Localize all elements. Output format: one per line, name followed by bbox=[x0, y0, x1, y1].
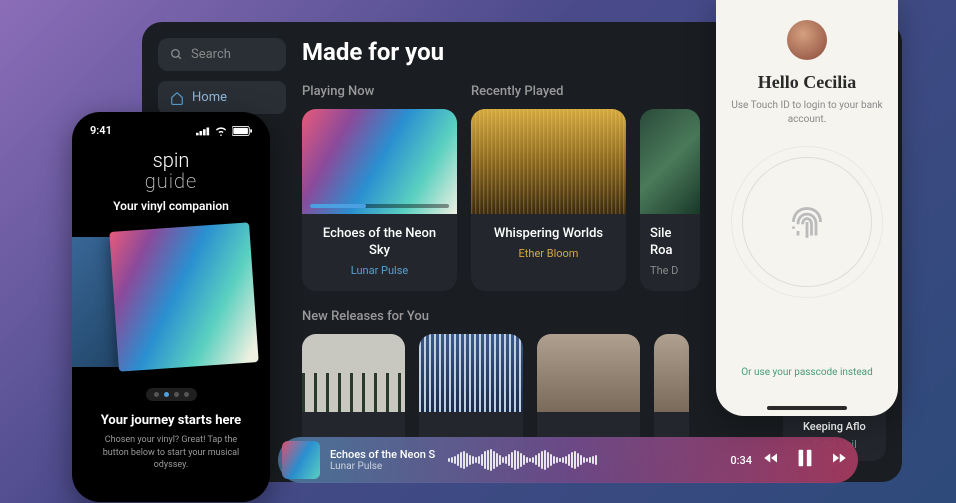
album-art bbox=[640, 109, 700, 214]
page-dots[interactable] bbox=[146, 388, 197, 401]
track-artist: Ether Bloom bbox=[481, 247, 616, 260]
next-button[interactable] bbox=[830, 449, 848, 471]
home-indicator[interactable] bbox=[767, 406, 847, 410]
onboarding-title: Your journey starts here bbox=[84, 413, 258, 428]
signal-icon bbox=[196, 126, 210, 136]
home-icon bbox=[170, 91, 184, 105]
search-icon bbox=[170, 48, 183, 61]
album-carousel[interactable] bbox=[84, 227, 258, 382]
status-time: 9:41 bbox=[90, 124, 112, 137]
album-art bbox=[419, 334, 522, 412]
card-playing-now[interactable]: Echoes of the Neon Sky Lunar Pulse bbox=[302, 109, 457, 291]
wifi-icon bbox=[214, 126, 228, 136]
fingerprint-button[interactable] bbox=[742, 157, 872, 287]
album-art bbox=[302, 334, 405, 412]
nav-home[interactable]: Home bbox=[158, 81, 286, 114]
player-album-art[interactable] bbox=[282, 441, 320, 479]
track-title: Whispering Worlds bbox=[481, 226, 616, 243]
waveform-scrubber[interactable] bbox=[448, 448, 720, 472]
track-title: Keeping Aflo bbox=[789, 420, 880, 434]
album-art bbox=[654, 334, 689, 412]
search-placeholder: Search bbox=[191, 47, 231, 62]
track-artist: Lunar Pulse bbox=[312, 264, 447, 277]
phone-spinguide: 9:41 spinguide Your vinyl companion Your… bbox=[72, 112, 270, 502]
tagline: Your vinyl companion bbox=[84, 199, 258, 213]
album-art bbox=[537, 334, 640, 412]
track-artist: The D bbox=[650, 264, 690, 277]
greeting: Hello Cecilia bbox=[758, 72, 856, 93]
forward-icon bbox=[830, 449, 848, 467]
card-recent-1[interactable]: Whispering Worlds Ether Bloom bbox=[471, 109, 626, 291]
fingerprint-icon bbox=[780, 195, 834, 249]
player-track-title: Echoes of the Neon S bbox=[330, 448, 438, 461]
pause-icon bbox=[794, 447, 816, 469]
onboarding-subtitle: Chosen your vinyl? Great! Tap the button… bbox=[84, 434, 258, 472]
search-input[interactable]: Search bbox=[158, 38, 286, 71]
track-title: Sile bbox=[650, 226, 690, 243]
player-time: 0:34 bbox=[730, 454, 752, 467]
passcode-link[interactable]: Or use your passcode instead bbox=[741, 367, 872, 378]
album-art bbox=[302, 109, 457, 214]
phone-banking: Hello Cecilia Use Touch ID to login to y… bbox=[716, 0, 898, 416]
pause-button[interactable] bbox=[794, 447, 816, 473]
rewind-icon bbox=[762, 449, 780, 467]
status-indicators bbox=[196, 124, 252, 137]
section-playing-now-label: Playing Now bbox=[302, 84, 457, 99]
section-recently-played-label: Recently Played bbox=[471, 84, 700, 99]
card-recent-2[interactable]: Sile Roa The D bbox=[640, 109, 700, 291]
brand-logo: spinguide bbox=[84, 151, 258, 193]
progress-bar[interactable] bbox=[310, 204, 449, 208]
avatar[interactable] bbox=[787, 20, 827, 60]
touchid-instruction: Use Touch ID to login to your bank accou… bbox=[730, 99, 884, 127]
nav-home-label: Home bbox=[192, 90, 227, 105]
album-front bbox=[109, 222, 258, 371]
battery-icon bbox=[232, 126, 252, 136]
now-playing-bar: Echoes of the Neon S Lunar Pulse 0:34 bbox=[278, 437, 858, 483]
album-art bbox=[471, 109, 626, 214]
track-title: Echoes of the Neon Sky bbox=[312, 226, 447, 260]
track-title-2: Roa bbox=[650, 243, 690, 260]
prev-button[interactable] bbox=[762, 449, 780, 471]
player-track-artist: Lunar Pulse bbox=[330, 461, 438, 472]
